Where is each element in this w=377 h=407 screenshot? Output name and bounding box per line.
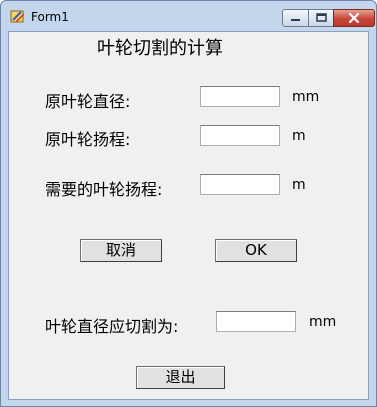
app-icon	[10, 9, 26, 25]
diameter-unit-label: mm	[292, 89, 320, 105]
required-impeller-head-input[interactable]	[200, 174, 280, 195]
cancel-button[interactable]: 取消	[80, 239, 162, 262]
ok-button[interactable]: OK	[215, 239, 297, 262]
window-title: Form1	[31, 10, 69, 24]
minimize-icon	[291, 19, 300, 21]
original-impeller-diameter-input[interactable]	[200, 86, 280, 107]
original-impeller-head-input[interactable]	[200, 125, 280, 146]
head-unit-label: m	[292, 128, 306, 144]
cut-diameter-result-field[interactable]	[216, 311, 296, 332]
close-icon	[348, 12, 360, 24]
minimize-button[interactable]	[282, 9, 309, 27]
exit-button[interactable]: 退出	[136, 366, 225, 389]
required-head-unit-label: m	[292, 177, 306, 193]
maximize-icon	[316, 13, 327, 22]
original-impeller-head-label: 原叶轮扬程:	[45, 130, 131, 149]
maximize-button[interactable]	[308, 9, 334, 27]
close-button[interactable]	[333, 9, 375, 27]
form-heading: 叶轮切割的计算	[97, 38, 223, 59]
original-impeller-diameter-label: 原叶轮直径:	[45, 92, 131, 111]
cut-diameter-result-label: 叶轮直径应切割为:	[45, 317, 179, 336]
window-frame: Form1	[0, 0, 377, 407]
result-unit-label: mm	[309, 314, 337, 330]
required-impeller-head-label: 需要的叶轮扬程:	[45, 180, 163, 199]
form-client-area	[8, 31, 369, 400]
title-bar[interactable]: Form1	[1, 1, 376, 31]
